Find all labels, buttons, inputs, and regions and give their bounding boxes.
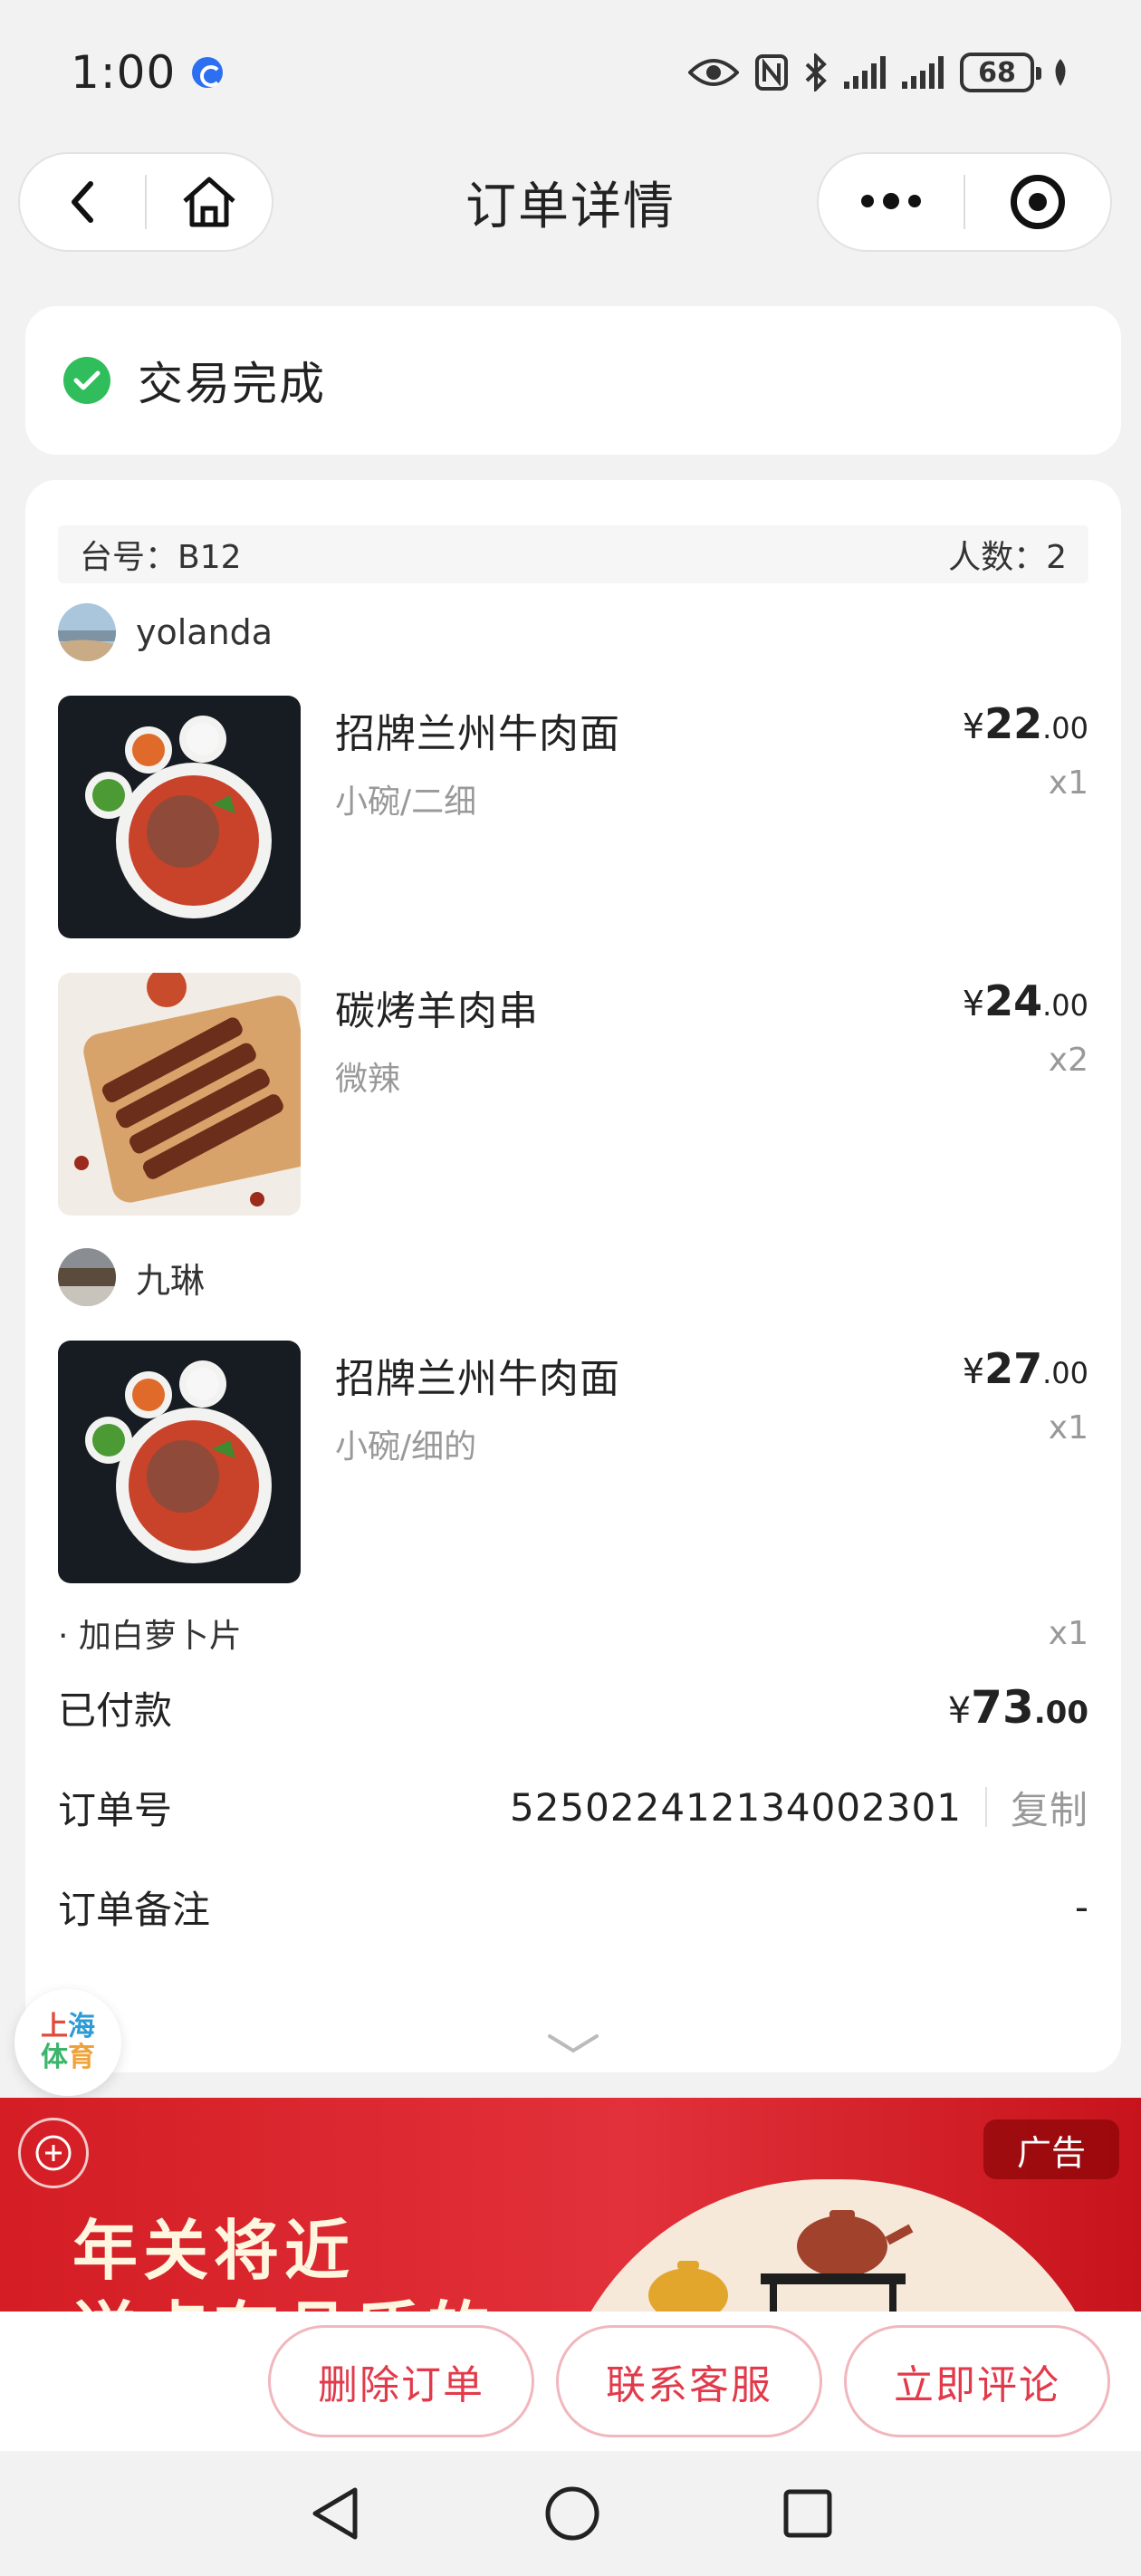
target-icon bbox=[1010, 175, 1065, 229]
paid-label: 已付款 bbox=[58, 1687, 173, 1733]
remark-row: 订单备注 - bbox=[58, 1857, 1088, 1956]
shanghai-sports-floating-button[interactable]: 上海 体育 bbox=[14, 1989, 121, 2096]
order-status-card: 交易完成 bbox=[25, 306, 1121, 455]
people-count: 人数：2 bbox=[948, 539, 1067, 576]
order-number-row: 订单号 525022412134002301 复制 bbox=[58, 1757, 1088, 1857]
order-detail-card: 台号：B12 人数：2 yolanda 招牌兰州牛肉面 小碗/二细 ¥22.00… bbox=[25, 480, 1121, 2072]
write-review-button[interactable]: 立即评论 bbox=[844, 2325, 1110, 2437]
delete-order-button[interactable]: 删除订单 bbox=[268, 2325, 534, 2437]
item-price: ¥22.00 bbox=[962, 699, 1088, 748]
addon-name: · 加白萝卜片 bbox=[58, 1618, 242, 1655]
status-icons: 68 bbox=[688, 53, 1070, 92]
avatar bbox=[58, 603, 116, 661]
app-notification-icon bbox=[192, 57, 224, 88]
chevron-down-icon bbox=[548, 2034, 599, 2053]
ad-banner[interactable]: 广告 年关将近 送点有品质的 bbox=[0, 2098, 1141, 2312]
order-status-text: 交易完成 bbox=[138, 358, 326, 410]
table-number: 台号：B12 bbox=[80, 539, 242, 576]
copy-button[interactable]: 复制 bbox=[1011, 1780, 1088, 1835]
nav-right-capsule bbox=[817, 152, 1112, 252]
contact-service-button[interactable]: 联系客服 bbox=[556, 2325, 822, 2437]
battery-icon: 68 bbox=[960, 53, 1041, 92]
nfc-icon bbox=[755, 54, 788, 91]
battery-level: 68 bbox=[978, 56, 1016, 89]
nav-bar: 订单详情 bbox=[0, 152, 1141, 254]
teapot-image bbox=[648, 2210, 914, 2312]
home-circle-icon[interactable] bbox=[543, 2485, 601, 2542]
back-arrow-icon bbox=[72, 181, 93, 223]
order-number-label: 订单号 bbox=[58, 1787, 173, 1832]
nav-left-capsule bbox=[18, 152, 273, 252]
ad-headline: 年关将近 送点有品质的 bbox=[72, 2212, 491, 2312]
user-name: yolanda bbox=[136, 612, 273, 652]
lamb-skewer-image bbox=[58, 973, 301, 1216]
user-name: 九琳 bbox=[136, 1260, 206, 1301]
recents-square-icon[interactable] bbox=[782, 2488, 833, 2539]
remark-value: - bbox=[1074, 1884, 1088, 1929]
more-dots-icon bbox=[861, 193, 921, 209]
order-item[interactable]: 招牌兰州牛肉面 小碗/细的 ¥27.00 x1 bbox=[58, 1341, 1088, 1583]
user-row: yolanda bbox=[58, 603, 1088, 661]
addon-row: · 加白萝卜片 x1 bbox=[58, 1610, 1088, 1656]
item-price: ¥24.00 bbox=[962, 976, 1088, 1025]
paid-row: 已付款 ¥73.00 bbox=[58, 1658, 1088, 1757]
noodle-image bbox=[58, 1341, 301, 1583]
signal-icon-1 bbox=[844, 56, 886, 89]
page-title: 订单详情 bbox=[465, 177, 676, 236]
close-miniprogram-button[interactable] bbox=[965, 154, 1110, 250]
eye-icon bbox=[688, 59, 739, 86]
item-qty: x2 bbox=[1048, 1042, 1088, 1079]
item-qty: x1 bbox=[1048, 764, 1088, 802]
addon-qty: x1 bbox=[1048, 1614, 1088, 1652]
user-row: 九琳 bbox=[58, 1248, 1088, 1306]
remark-label: 订单备注 bbox=[58, 1887, 211, 1932]
ad-brand-logo bbox=[18, 2118, 89, 2188]
bottom-action-bar: 删除订单 联系客服 立即评论 bbox=[0, 2312, 1141, 2451]
home-button[interactable] bbox=[147, 154, 272, 250]
paid-amount: ¥73.00 bbox=[947, 1681, 1088, 1734]
status-bar: 1:00 68 bbox=[0, 0, 1141, 145]
more-button[interactable] bbox=[819, 154, 964, 250]
order-item[interactable]: 碳烤羊肉串 微辣 ¥24.00 x2 bbox=[58, 973, 1088, 1216]
leaf-icon bbox=[1055, 59, 1066, 86]
check-circle-icon bbox=[63, 357, 110, 404]
avatar bbox=[58, 1248, 116, 1306]
home-icon bbox=[183, 177, 235, 227]
noodle-image bbox=[58, 696, 301, 938]
item-price: ¥27.00 bbox=[962, 1344, 1088, 1393]
item-qty: x1 bbox=[1048, 1409, 1088, 1447]
back-button[interactable] bbox=[20, 154, 145, 250]
signal-icon-2 bbox=[902, 56, 944, 89]
status-time: 1:00 bbox=[71, 46, 177, 99]
bluetooth-icon bbox=[805, 53, 827, 91]
expand-button[interactable] bbox=[25, 2033, 1121, 2054]
back-triangle-icon[interactable] bbox=[308, 2485, 362, 2542]
table-info-strip: 台号：B12 人数：2 bbox=[58, 525, 1088, 583]
ad-label: 广告 bbox=[983, 2119, 1119, 2179]
system-navigation-bar bbox=[0, 2451, 1141, 2576]
order-item[interactable]: 招牌兰州牛肉面 小碗/二细 ¥22.00 x1 bbox=[58, 696, 1088, 938]
order-number-value: 525022412134002301 bbox=[509, 1784, 962, 1830]
